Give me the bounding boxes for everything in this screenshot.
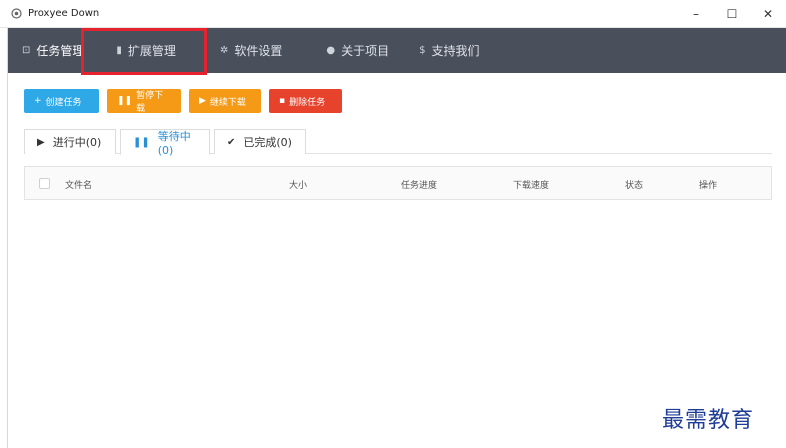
- nav-item-label: 扩展管理: [127, 44, 176, 58]
- column-actions: 操作: [699, 181, 718, 191]
- close-button[interactable]: ✕: [750, 0, 786, 28]
- nav-item-label: 任务管理: [36, 44, 85, 58]
- tab-label: 已完成(0): [243, 136, 292, 149]
- pause-icon: ❚❚: [133, 136, 150, 148]
- download-box-icon: ⊡: [22, 45, 31, 56]
- create-task-label: 创建任务: [45, 97, 82, 108]
- tab-waiting[interactable]: ❚❚ 等待中(0): [120, 129, 210, 157]
- task-action-toolbar: + 创建任务 ❚❚ 暂停下载 ▶ 继续下载 ▪ 删除任务: [24, 89, 342, 114]
- column-status: 状态: [625, 181, 644, 191]
- tab-label: 进行中(0): [52, 136, 102, 149]
- dollar-icon: $: [419, 45, 426, 56]
- tab-completed[interactable]: ✔ 已完成(0): [214, 129, 306, 154]
- column-filename: 文件名: [65, 181, 93, 191]
- nav-item-support-us[interactable]: $ 支持我们: [403, 28, 493, 73]
- main-nav: ⊡ 任务管理 ▮ 扩展管理 ✲ 软件设置 ● 关于项目 $ 支持我们: [8, 28, 786, 73]
- column-speed: 下载速度: [513, 181, 550, 191]
- task-table-header: 文件名 大小 任务进度 下载速度 状态 操作: [24, 166, 772, 200]
- title-bar: Proxyee Down – ☐ ✕: [0, 0, 786, 28]
- nav-item-label: 支持我们: [431, 44, 480, 58]
- nav-item-label: 关于项目: [341, 44, 390, 58]
- column-progress: 任务进度: [401, 181, 438, 191]
- create-task-button[interactable]: + 创建任务: [24, 89, 99, 113]
- delete-task-label: 删除任务: [289, 97, 326, 108]
- pause-download-label: 暂停下载: [136, 91, 164, 114]
- window-title: Proxyee Down: [28, 8, 100, 19]
- pause-icon: ❚❚: [117, 96, 133, 106]
- delete-task-button[interactable]: ▪ 删除任务: [269, 89, 342, 113]
- window-controls: – ☐ ✕: [678, 0, 786, 28]
- nav-item-extension-management[interactable]: ▮ 扩展管理: [98, 28, 206, 73]
- tab-in-progress[interactable]: ▶ 进行中(0): [24, 129, 116, 154]
- nav-item-label: 软件设置: [234, 44, 283, 58]
- info-icon: ●: [326, 45, 336, 56]
- nav-item-about-project[interactable]: ● 关于项目: [296, 28, 403, 73]
- extension-icon: ▮: [116, 45, 122, 56]
- maximize-button[interactable]: ☐: [714, 0, 750, 28]
- window-left-border: [0, 28, 8, 448]
- watermark-text: 最需教育: [662, 408, 755, 433]
- play-icon: ▶: [37, 136, 45, 148]
- nav-item-task-management[interactable]: ⊡ 任务管理: [8, 28, 98, 73]
- check-icon: ✔: [227, 136, 236, 148]
- tab-label: 等待中(0): [157, 129, 191, 157]
- resume-download-label: 继续下载: [209, 97, 246, 108]
- task-status-tabs: ▶ 进行中(0) ❚❚ 等待中(0) ✔ 已完成(0): [24, 129, 772, 157]
- gear-icon: ✲: [219, 45, 229, 56]
- column-size: 大小: [289, 181, 308, 191]
- app-logo-icon: [10, 8, 22, 20]
- plus-icon: +: [34, 96, 42, 106]
- pause-download-button[interactable]: ❚❚ 暂停下载: [107, 89, 181, 114]
- play-icon: ▶: [199, 96, 206, 106]
- minimize-button[interactable]: –: [678, 0, 714, 28]
- trash-icon: ▪: [279, 96, 286, 106]
- nav-item-software-settings[interactable]: ✲ 软件设置: [206, 28, 296, 73]
- select-all-checkbox[interactable]: [39, 178, 50, 189]
- resume-download-button[interactable]: ▶ 继续下载: [189, 89, 261, 113]
